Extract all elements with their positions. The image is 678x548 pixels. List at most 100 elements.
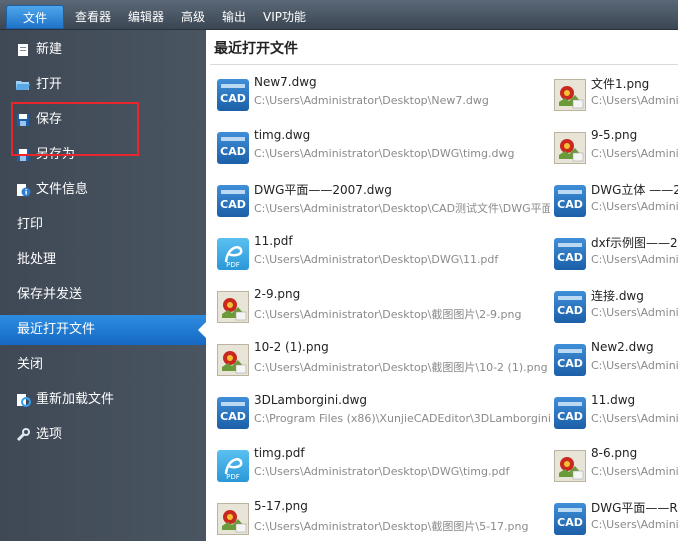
- sidebar-item-reload[interactable]: 重新加载文件: [0, 385, 206, 415]
- tab-output[interactable]: 输出: [222, 6, 246, 28]
- file-name: DWG立体 ——200: [591, 183, 678, 197]
- menu-bar: 文件 查看器 编辑器 高级 输出 VIP功能: [0, 0, 678, 30]
- sidebar-item-file-info[interactable]: 文件信息: [0, 175, 206, 205]
- cad-file-icon: CAD: [554, 503, 586, 535]
- file-name: DWG平面——R14: [591, 501, 678, 515]
- open-folder-icon: [16, 81, 30, 90]
- tab-editor[interactable]: 编辑器: [128, 6, 164, 28]
- pdf-file-icon: PDF: [217, 238, 249, 270]
- tab-vip[interactable]: VIP功能: [263, 6, 306, 28]
- file-path: C:\Users\Adminis: [591, 465, 678, 478]
- file-name: 11.dwg: [591, 393, 636, 407]
- sidebar-item-open[interactable]: 打开: [0, 70, 206, 100]
- cad-icon-text: CAD: [220, 198, 246, 211]
- file-path: C:\Users\Adminis: [591, 306, 678, 319]
- file-path: C:\Users\Adminis: [591, 200, 678, 213]
- recent-file-item[interactable]: PDF 11.pdf C:\Users\Administrator\Desktop\…: [217, 233, 550, 283]
- cad-file-icon: CAD: [217, 79, 249, 111]
- recent-file-item[interactable]: CAD timg.dwg C:\Users\Administrator\Deskto…: [217, 127, 550, 177]
- sidebar-item-recent-files[interactable]: 最近打开文件: [0, 315, 206, 345]
- recent-file-item[interactable]: 2-9.png C:\Users\Administrator\Desktop\截图…: [217, 286, 550, 336]
- file-name: 2-9.png: [254, 287, 301, 301]
- recent-file-item[interactable]: PDF timg.pdf C:\Users\Administrator\Deskto…: [217, 445, 550, 495]
- active-pointer-icon: [198, 322, 206, 338]
- recent-file-item[interactable]: CAD 3DLamborgini.dwg C:\Program Files (x86…: [217, 392, 550, 442]
- file-path: C:\Users\Administrator\Desktop\截图图片\5-17…: [254, 520, 529, 533]
- sidebar-item-label: 重新加载文件: [36, 392, 115, 407]
- pdf-file-icon: PDF: [217, 450, 249, 482]
- sidebar-item-label: 选项: [36, 427, 63, 442]
- file-name: timg.pdf: [254, 446, 305, 460]
- file-path: C:\Users\Adminis: [591, 147, 678, 160]
- cad-icon-text: CAD: [557, 251, 583, 264]
- file-path: C:\Users\Adminis: [591, 253, 678, 266]
- cad-file-icon: CAD: [217, 397, 249, 429]
- file-name: dxf示例图——200: [591, 236, 678, 250]
- tab-file[interactable]: 文件: [6, 5, 64, 29]
- cad-file-icon: CAD: [554, 185, 586, 217]
- sidebar-item-label: 文件信息: [36, 182, 89, 197]
- file-path: C:\Program Files (x86)\XunjieCADEditor\3…: [254, 412, 550, 425]
- recent-file-item[interactable]: CAD 11.dwg C:\Users\Adminis: [554, 392, 678, 442]
- recent-file-item[interactable]: 10-2 (1).png C:\Users\Administrator\Deskt…: [217, 339, 550, 389]
- file-path: C:\Users\Adminis: [591, 359, 678, 372]
- file-path: C:\Users\Administrator\Desktop\CAD测试文件\D…: [254, 202, 550, 215]
- cad-icon-text: CAD: [220, 410, 246, 423]
- file-name: timg.dwg: [254, 128, 311, 142]
- image-file-icon: [217, 503, 249, 535]
- file-path: C:\Users\Adminis: [591, 412, 678, 425]
- recent-file-item[interactable]: 8-6.png C:\Users\Adminis: [554, 445, 678, 495]
- file-path: C:\Users\Adminis: [591, 518, 678, 531]
- recent-file-item[interactable]: CAD 连接.dwg C:\Users\Adminis: [554, 286, 678, 336]
- recent-file-item[interactable]: CAD dxf示例图——200 C:\Users\Adminis: [554, 233, 678, 283]
- sidebar-item-label: 最近打开文件: [17, 322, 96, 337]
- sidebar-item-options[interactable]: 选项: [0, 420, 206, 450]
- page-title: 最近打开文件: [214, 41, 298, 57]
- file-path: C:\Users\Administrator\Desktop\DWG\11.pd…: [254, 253, 499, 266]
- cad-file-icon: CAD: [554, 397, 586, 429]
- file-path: C:\Users\Administrator\Desktop\DWG\timg.…: [254, 465, 510, 478]
- sidebar-item-save-and-send[interactable]: 保存并发送: [0, 280, 206, 310]
- cad-file-icon: CAD: [554, 291, 586, 323]
- file-name: 连接.dwg: [591, 289, 644, 303]
- recent-file-item[interactable]: 9-5.png C:\Users\Adminis: [554, 127, 678, 177]
- sidebar-item-label: 批处理: [17, 252, 57, 267]
- image-file-icon: [554, 450, 586, 482]
- divider: [210, 64, 678, 65]
- cad-icon-text: CAD: [557, 304, 583, 317]
- sidebar-item-label: 打开: [36, 77, 63, 92]
- cad-icon-text: CAD: [557, 516, 583, 529]
- cad-icon-text: CAD: [220, 92, 246, 105]
- cad-file-icon: CAD: [554, 344, 586, 376]
- image-file-icon: [554, 79, 586, 111]
- cad-file-icon: CAD: [217, 185, 249, 217]
- file-name: New7.dwg: [254, 75, 317, 89]
- recent-file-item[interactable]: CAD DWG立体 ——200 C:\Users\Adminis: [554, 180, 678, 230]
- new-icon: [18, 44, 28, 56]
- sidebar-item-batch[interactable]: 批处理: [0, 245, 206, 275]
- recent-file-item[interactable]: 文件1.png C:\Users\Adminis: [554, 74, 678, 124]
- file-name: 10-2 (1).png: [254, 340, 329, 354]
- recent-file-item[interactable]: CAD DWG平面——2007.dwg C:\Users\Administrator…: [217, 180, 550, 230]
- file-name: 11.pdf: [254, 234, 293, 248]
- file-name: 5-17.png: [254, 499, 308, 513]
- cad-icon-text: CAD: [557, 357, 583, 370]
- file-path: C:\Users\Administrator\Desktop\New7.dwg: [254, 94, 489, 107]
- cad-icon-text: CAD: [557, 410, 583, 423]
- tab-viewer[interactable]: 查看器: [75, 6, 111, 28]
- image-file-icon: [217, 291, 249, 323]
- image-file-icon: [554, 132, 586, 164]
- sidebar-item-label: 关闭: [17, 357, 44, 372]
- reload-icon: [17, 394, 31, 407]
- pdf-icon-text: PDF: [226, 473, 240, 481]
- tab-advanced[interactable]: 高级: [181, 6, 205, 28]
- sidebar-item-close[interactable]: 关闭: [0, 350, 206, 380]
- recent-file-item[interactable]: CAD New7.dwg C:\Users\Administrator\Deskto…: [217, 74, 550, 124]
- sidebar-item-new[interactable]: 新建: [0, 35, 206, 65]
- sidebar-item-print[interactable]: 打印: [0, 210, 206, 240]
- recent-file-item[interactable]: CAD New2.dwg C:\Users\Adminis: [554, 339, 678, 389]
- file-path: C:\Users\Administrator\Desktop\DWG\timg.…: [254, 147, 515, 160]
- file-path: C:\Users\Adminis: [591, 94, 678, 107]
- file-name: 9-5.png: [591, 128, 638, 142]
- pdf-icon-text: PDF: [226, 261, 240, 269]
